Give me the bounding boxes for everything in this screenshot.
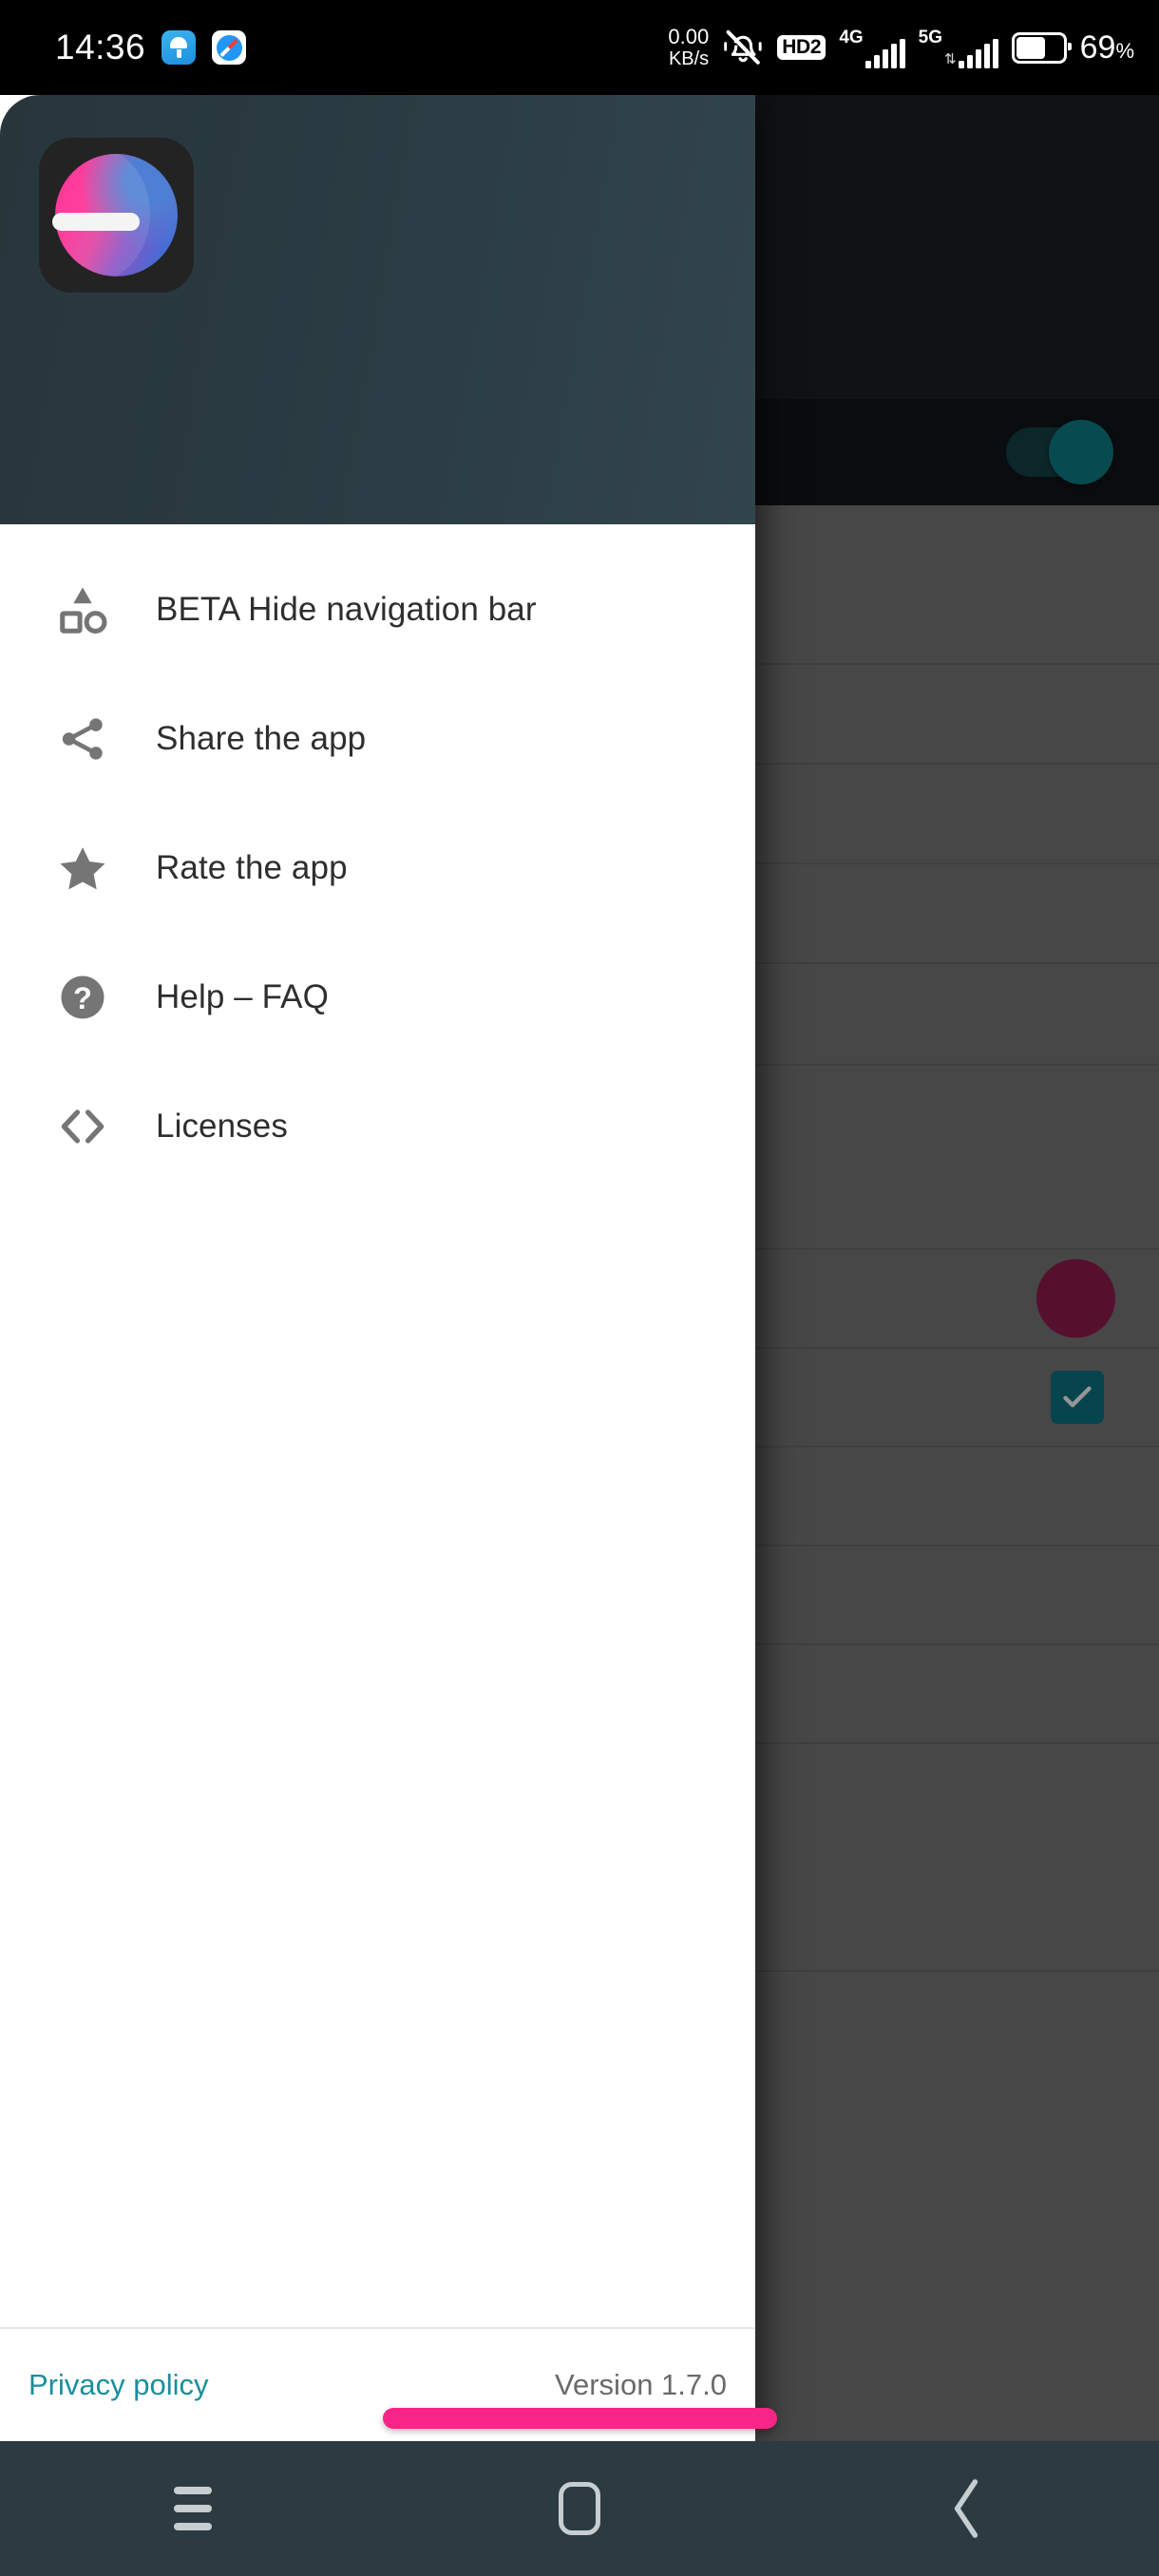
drawer-header [0, 95, 755, 524]
network-speed-value: 0.00 [668, 24, 710, 48]
svg-text:?: ? [73, 980, 92, 1015]
home-square-icon [559, 2482, 600, 2535]
checkbox-checked[interactable] [1051, 1371, 1104, 1424]
menu-item-label: Share the app [156, 720, 367, 757]
menu-item-label: BETA Hide navigation bar [156, 591, 537, 628]
version-label: Version 1.7.0 [555, 2368, 727, 2401]
battery-percent-label: 69% [1080, 29, 1134, 66]
mute-vibrate-icon [722, 27, 764, 68]
battery-percent-symbol: % [1115, 38, 1134, 63]
recents-hamburger-icon [174, 2487, 213, 2530]
sim1-signal: 4G [839, 27, 905, 68]
data-transfer-arrows-icon: ⇅ [944, 51, 957, 67]
system-navigation-bar [0, 2441, 1159, 2576]
code-brackets-icon [51, 1095, 114, 1158]
battery-percent-value: 69 [1079, 28, 1116, 66]
sim2-signal: 5G ⇅ [919, 27, 998, 68]
star-icon [51, 837, 114, 900]
share-icon [51, 708, 114, 770]
menu-item-label: Rate the app [156, 849, 348, 886]
compass-browser-icon [212, 30, 247, 65]
battery-icon [1011, 31, 1072, 64]
back-chevron-icon [940, 2475, 993, 2542]
network-speed-unit: KB/s [668, 48, 710, 69]
app-logo-bar [52, 213, 140, 231]
status-bar-left: 14:36 [55, 28, 247, 67]
battery-fill [1016, 36, 1045, 59]
adb-usb-icon [162, 30, 197, 65]
menu-item-label: Licenses [156, 1108, 288, 1145]
navigation-drawer: BETA Hide navigation bar Share the app R… [0, 95, 755, 2441]
app-logo-icon [39, 138, 194, 293]
menu-item-rate-the-app[interactable]: Rate the app [0, 804, 755, 933]
nav-recents-button[interactable] [0, 2441, 387, 2576]
privacy-policy-link[interactable]: Privacy policy [28, 2368, 209, 2402]
drawer-menu-list: BETA Hide navigation bar Share the app R… [0, 524, 755, 2327]
sim2-network-label: 5G [918, 28, 943, 47]
status-bar-right: 0.00 KB/s HD2 4G 5G ⇅ 69% [668, 0, 1134, 95]
pink-highlight-bar [383, 2408, 777, 2429]
menu-item-label: Help – FAQ [156, 978, 329, 1015]
sim2-signal-bars [958, 39, 998, 68]
phone-screen: BETA Hide navigation bar Share the app R… [0, 0, 1159, 2576]
menu-item-help-faq[interactable]: ? Help – FAQ [0, 933, 755, 1062]
menu-item-hide-navigation-bar[interactable]: BETA Hide navigation bar [0, 545, 755, 674]
color-swatch-circle[interactable] [1036, 1259, 1115, 1338]
nav-shapes-icon [51, 578, 114, 641]
menu-item-licenses[interactable]: Licenses [0, 1062, 755, 1191]
status-clock: 14:36 [55, 28, 146, 66]
sim1-signal-bars [864, 39, 905, 68]
sim1-network-label: 4G [839, 28, 864, 47]
menu-item-share-the-app[interactable]: Share the app [0, 674, 755, 804]
nav-home-button[interactable] [387, 2441, 773, 2576]
nav-back-button[interactable] [772, 2441, 1159, 2576]
network-speed-indicator: 0.00 KB/s [668, 24, 710, 69]
status-bar: 14:36 0.00 KB/s HD2 4G 5G ⇅ 69% [0, 0, 1159, 95]
background-toggle-thumb[interactable] [1049, 420, 1113, 484]
hd-voice-badge: HD2 [777, 35, 826, 60]
help-circle-icon: ? [51, 966, 114, 1029]
